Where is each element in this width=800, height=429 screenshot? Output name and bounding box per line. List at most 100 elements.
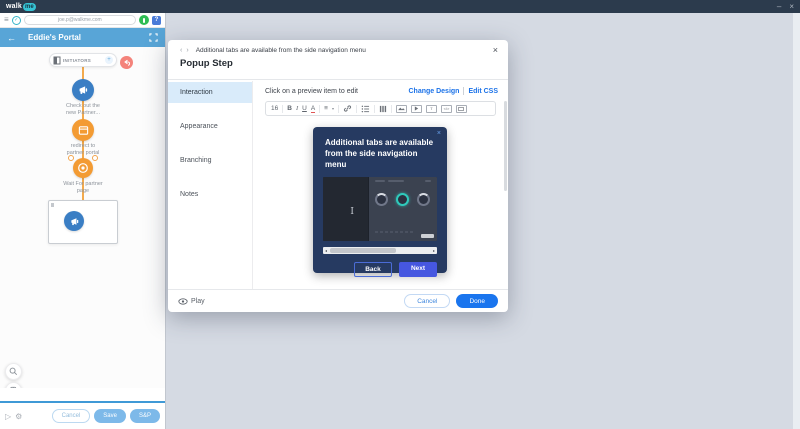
balloon-text[interactable]: Additional tabs are available from the s…: [325, 138, 435, 170]
tab-appearance[interactable]: Appearance: [168, 116, 252, 137]
save-button[interactable]: Save: [94, 409, 126, 423]
eye-icon: [178, 298, 188, 305]
save-publish-button[interactable]: S&P: [130, 409, 160, 423]
modal-close-icon[interactable]: ×: [493, 46, 498, 55]
step-node-redirect[interactable]: [72, 119, 94, 141]
window-close-button[interactable]: ×: [789, 0, 794, 13]
play-preview-button[interactable]: Play: [178, 298, 205, 305]
bold-button[interactable]: B: [287, 105, 292, 112]
modal-header: ‹ › Additional tabs are available from t…: [168, 40, 508, 80]
back-arrow-icon[interactable]: ←: [7, 33, 16, 43]
step-label: Wait For partner page: [0, 181, 165, 195]
pages-icon: [9, 386, 18, 388]
image-mini-button: [421, 234, 434, 238]
play-label: Play: [191, 298, 205, 305]
balloon-image[interactable]: I: [323, 177, 437, 241]
text-cursor-icon: I: [350, 207, 354, 217]
knob-left: [375, 193, 388, 206]
image-dark-zone: [323, 177, 369, 241]
zoom-button[interactable]: [5, 363, 22, 380]
expand-icon[interactable]: [149, 33, 158, 42]
cancel-button[interactable]: Cancel: [52, 409, 91, 423]
workspace-scrollbar[interactable]: [793, 13, 800, 429]
insert-text-button[interactable]: T: [426, 105, 437, 113]
change-design-link[interactable]: Change Design: [408, 88, 459, 95]
browser-icon: [78, 125, 89, 136]
underline-button[interactable]: U: [302, 105, 307, 112]
text-color-button[interactable]: A: [311, 105, 315, 113]
wait-badge-left: [68, 155, 74, 161]
preview-play-icon[interactable]: ▷: [5, 412, 11, 421]
add-initiator-button[interactable]: +: [105, 56, 113, 64]
scrollbar-thumb[interactable]: [330, 248, 396, 253]
knob-center: [396, 193, 409, 206]
undo-arrow-icon: [123, 59, 130, 66]
balloon-preview[interactable]: × Additional tabs are available from the…: [313, 127, 447, 273]
columns-icon[interactable]: [379, 105, 387, 113]
initiators-pill[interactable]: INITIATORS +: [49, 53, 117, 67]
scroll-left-icon[interactable]: ◂: [325, 249, 327, 253]
widget-icon: [458, 107, 464, 111]
balloon-scrollbar[interactable]: ◂ ▸: [323, 247, 437, 254]
italic-button[interactable]: I: [296, 105, 298, 112]
list-icon[interactable]: [361, 105, 370, 113]
wait-badge-right: [92, 155, 98, 161]
portal-header: ← Eddie's Portal: [0, 28, 165, 47]
image-plugin-panel: [369, 177, 437, 241]
modal-cancel-button[interactable]: Cancel: [404, 294, 450, 308]
edit-css-link[interactable]: Edit CSS: [468, 88, 498, 95]
logo-text: walk: [6, 3, 22, 10]
knob-right: [417, 193, 430, 206]
tab-branching[interactable]: Branching: [168, 150, 252, 171]
email-field[interactable]: [24, 15, 136, 25]
drag-handle[interactable]: [51, 203, 54, 207]
modal-content: Click on a preview item to edit Change D…: [253, 81, 508, 289]
balloon-next-button[interactable]: Next: [399, 262, 437, 277]
tab-notes[interactable]: Notes: [168, 184, 252, 205]
insert-widget-button[interactable]: [456, 105, 467, 113]
window-minimize-button[interactable]: –: [777, 0, 781, 13]
balloon-close-icon[interactable]: ×: [437, 130, 441, 137]
content-scrollbar[interactable]: [504, 101, 507, 191]
help-icon[interactable]: ?: [152, 16, 161, 25]
undo-button[interactable]: [120, 56, 133, 69]
balloon-back-button[interactable]: Back: [354, 262, 392, 277]
walkme-logo: walk me: [6, 3, 36, 11]
insert-image-button[interactable]: [396, 105, 407, 113]
font-size-select[interactable]: 16: [271, 105, 278, 112]
popup-step-modal: ‹ › Additional tabs are available from t…: [168, 40, 508, 312]
megaphone-icon: [69, 216, 80, 227]
initiators-label: INITIATORS: [63, 58, 91, 63]
status-icon[interactable]: [139, 15, 149, 25]
step-breadcrumb: Additional tabs are available from the s…: [196, 47, 366, 54]
logo-me-badge: me: [23, 3, 36, 11]
account-bar: ≡ ✓ ?: [0, 13, 165, 28]
selected-step-box[interactable]: [48, 200, 118, 244]
next-step-icon[interactable]: ›: [186, 47, 188, 54]
settings-gear-icon[interactable]: ⚙: [15, 412, 22, 421]
flow-canvas: INITIATORS + Check out the new Partner..…: [0, 47, 165, 388]
modal-tab-list: Interaction Appearance Branching Notes: [168, 81, 253, 289]
pages-button[interactable]: [5, 382, 22, 388]
tab-interaction[interactable]: Interaction: [168, 82, 252, 103]
scroll-right-icon[interactable]: ▸: [433, 249, 435, 253]
door-icon: [53, 56, 61, 65]
link-divider: [463, 87, 464, 95]
prev-step-icon[interactable]: ‹: [180, 47, 182, 54]
modal-title: Popup Step: [180, 58, 496, 69]
portal-title: Eddie's Portal: [28, 33, 81, 42]
check-icon[interactable]: ✓: [12, 16, 21, 25]
screen: walk me – × ≡ ✓ ? ← Eddie's Portal: [0, 0, 800, 429]
step-node-popup-1[interactable]: [72, 79, 94, 101]
link-icon[interactable]: [343, 104, 352, 113]
step-node-wait[interactable]: [73, 158, 93, 178]
insert-code-button[interactable]: </>: [441, 105, 452, 113]
align-button[interactable]: ≡: [324, 105, 328, 112]
target-icon: [77, 162, 89, 174]
step-node-popup-2[interactable]: [64, 211, 84, 231]
modal-done-button[interactable]: Done: [456, 294, 498, 308]
video-icon: [414, 106, 419, 111]
insert-video-button[interactable]: [411, 105, 422, 113]
step-label: redirect to partner portal: [0, 143, 165, 157]
menu-icon[interactable]: ≡: [4, 16, 9, 24]
